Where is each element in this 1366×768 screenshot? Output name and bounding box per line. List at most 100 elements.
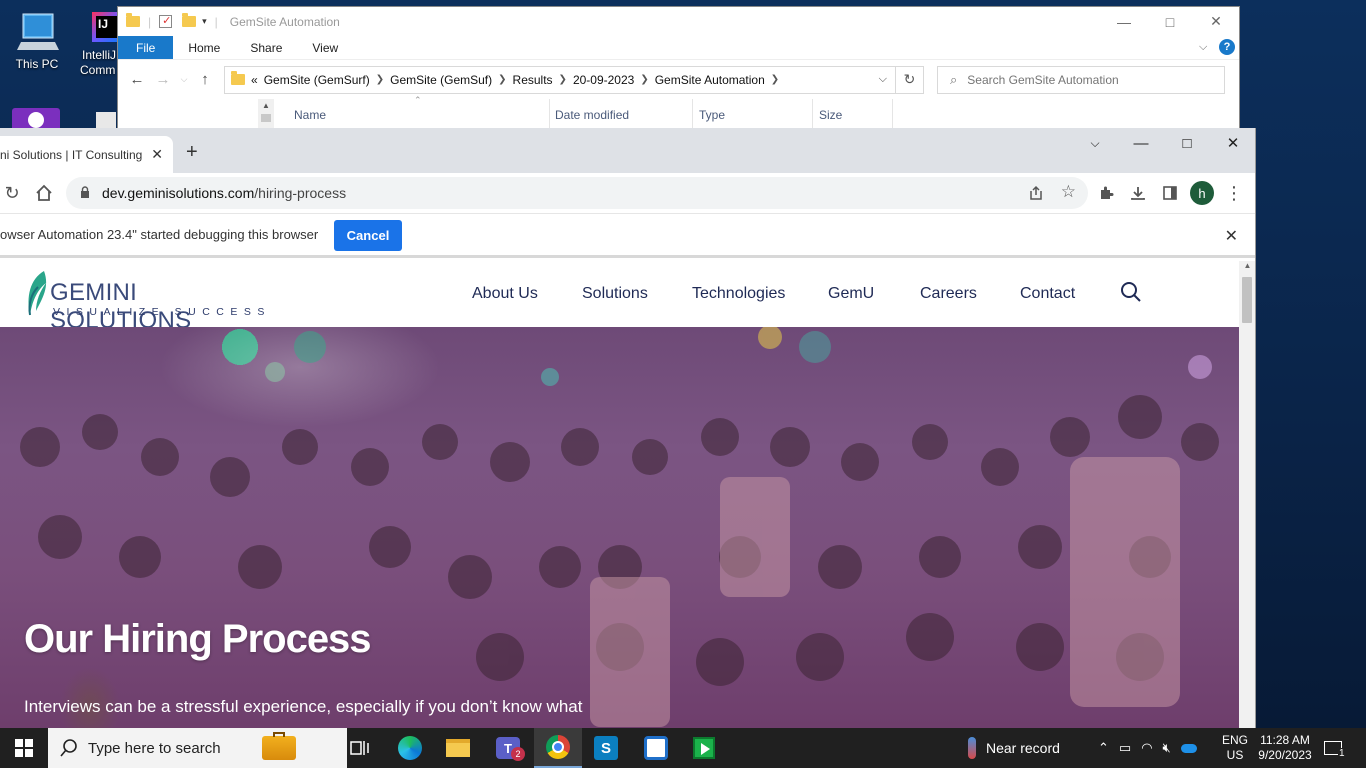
- chevron-right-icon[interactable]: ❯: [376, 74, 384, 85]
- show-hidden-icons-icon[interactable]: ⌃: [1098, 740, 1109, 756]
- refresh-icon[interactable]: ↻: [896, 65, 924, 94]
- scroll-up-icon[interactable]: ▲: [258, 101, 274, 110]
- minimize-icon[interactable]: —: [1118, 128, 1164, 158]
- page-scrollbar[interactable]: ▲: [1239, 261, 1255, 728]
- teams-icon[interactable]: T 2: [484, 728, 532, 768]
- battery-icon[interactable]: ▭: [1119, 740, 1131, 756]
- forward-icon[interactable]: →: [150, 71, 176, 88]
- recent-locations-icon[interactable]: ⌵: [176, 74, 192, 85]
- intellij-label-1: IntelliJ: [82, 48, 117, 62]
- close-icon[interactable]: ✕: [1193, 7, 1239, 36]
- ribbon-tab-file[interactable]: File: [118, 36, 174, 59]
- nav-pane-scrollbar[interactable]: ▲: [258, 99, 274, 130]
- expand-ribbon-icon[interactable]: ⌵: [1199, 36, 1219, 59]
- column-name-label: Name: [294, 108, 327, 122]
- chevron-right-icon[interactable]: ❯: [559, 74, 567, 85]
- ribbon-tab-home[interactable]: Home: [173, 36, 235, 59]
- start-button[interactable]: [0, 728, 48, 768]
- explorer-search-box[interactable]: ⌕: [937, 65, 1225, 94]
- properties-icon[interactable]: ✓: [159, 15, 173, 28]
- bookmark-star-icon[interactable]: ☆: [1061, 182, 1076, 202]
- weather-widget[interactable]: Near record: [968, 728, 1060, 768]
- ribbon-tab-share[interactable]: Share: [235, 36, 297, 59]
- close-icon[interactable]: ✕: [1210, 128, 1255, 158]
- explorer-search-input[interactable]: [967, 72, 1198, 87]
- breadcrumb-item[interactable]: GemSite (GemSurf): [258, 73, 376, 87]
- file-list-header: ▲ Name ⌃ Date modified Type Size: [118, 95, 1239, 130]
- column-name[interactable]: Name ⌃: [288, 95, 550, 130]
- tab-close-icon[interactable]: ✕: [151, 146, 163, 163]
- minimize-icon[interactable]: —: [1101, 7, 1147, 36]
- download-icon[interactable]: [1126, 181, 1150, 205]
- address-dropdown-icon[interactable]: ⌵: [879, 73, 887, 86]
- address-bar[interactable]: dev.geminisolutions.com/hiring-process ☆: [66, 177, 1088, 209]
- column-date-modified[interactable]: Date modified: [549, 99, 693, 130]
- language-indicator[interactable]: ENG US: [1222, 728, 1248, 768]
- taskbar-search[interactable]: Type here to search: [48, 728, 347, 768]
- chevron-right-icon[interactable]: ❯: [771, 74, 779, 85]
- column-type[interactable]: Type: [693, 99, 813, 130]
- nav-contact[interactable]: Contact: [1020, 285, 1075, 303]
- profile-avatar[interactable]: h: [1190, 181, 1214, 205]
- nav-solutions[interactable]: Solutions: [582, 285, 648, 303]
- address-bar[interactable]: « GemSite (GemSurf) ❯ GemSite (GemSuf) ❯…: [224, 65, 896, 94]
- intellij-shortcut[interactable]: IJ IntelliJ Comm: [80, 10, 120, 78]
- file-explorer-icon[interactable]: [434, 728, 482, 768]
- nav-about-us[interactable]: About Us: [472, 285, 538, 303]
- close-icon[interactable]: ✕: [1225, 226, 1238, 246]
- home-icon[interactable]: [32, 181, 56, 205]
- column-size[interactable]: Size: [813, 99, 893, 130]
- new-folder-icon[interactable]: [182, 13, 197, 27]
- extensions-icon[interactable]: [1094, 181, 1118, 205]
- onedrive-icon[interactable]: [1180, 743, 1197, 753]
- customize-toolbar-icon[interactable]: ▾: [202, 16, 207, 27]
- share-icon[interactable]: [1028, 185, 1044, 204]
- lock-icon[interactable]: [80, 185, 90, 201]
- snagit-icon[interactable]: S: [582, 728, 630, 768]
- maximize-icon[interactable]: □: [1164, 128, 1210, 158]
- search-icon[interactable]: [1120, 281, 1142, 306]
- folder-icon[interactable]: [126, 13, 140, 27]
- reload-icon[interactable]: ↻: [0, 181, 24, 205]
- chevron-right-icon[interactable]: ❯: [498, 74, 506, 85]
- nav-technologies[interactable]: Technologies: [692, 285, 785, 303]
- app-grid-icon[interactable]: [632, 728, 680, 768]
- chrome-icon[interactable]: [534, 728, 582, 768]
- url-text[interactable]: dev.geminisolutions.com/hiring-process: [102, 185, 346, 201]
- scroll-up-icon[interactable]: ▲: [1239, 261, 1255, 270]
- nav-careers[interactable]: Careers: [920, 285, 977, 303]
- nav-gemu[interactable]: GemU: [828, 285, 874, 303]
- breadcrumb-item[interactable]: 20-09-2023: [567, 73, 640, 87]
- media-player-icon[interactable]: [680, 728, 728, 768]
- breadcrumb-item[interactable]: GemSite Automation: [649, 73, 771, 87]
- gemini-logo[interactable]: GEMINI SOLUTIONS VISUALIZE SUCCESS: [24, 269, 284, 334]
- breadcrumb-item[interactable]: Results: [507, 73, 559, 87]
- this-pc-shortcut[interactable]: This PC: [0, 10, 74, 72]
- wifi-icon[interactable]: ◠: [1141, 740, 1152, 756]
- ribbon-tab-view[interactable]: View: [297, 36, 353, 59]
- briefcase-icon: [262, 732, 296, 760]
- app-shortcut-icon[interactable]: [12, 108, 60, 128]
- clock-time: 11:28 AM: [1260, 733, 1310, 747]
- explorer-address-row: ← → ⌵ ↑ « GemSite (GemSurf) ❯ GemSite (G…: [118, 59, 1239, 99]
- side-panel-icon[interactable]: [1158, 181, 1182, 205]
- scrollbar-thumb[interactable]: [1242, 277, 1252, 323]
- document-shortcut-icon[interactable]: [96, 112, 116, 128]
- cancel-button[interactable]: Cancel: [334, 220, 402, 251]
- help-icon[interactable]: ?: [1219, 39, 1235, 55]
- clock[interactable]: 11:28 AM 9/20/2023: [1255, 728, 1315, 768]
- task-view-icon[interactable]: [336, 728, 384, 768]
- notifications-icon[interactable]: 1: [1324, 728, 1346, 768]
- more-menu-icon[interactable]: ⋮: [1222, 181, 1246, 205]
- breadcrumb-overflow[interactable]: «: [251, 73, 258, 87]
- back-icon[interactable]: ←: [124, 71, 150, 88]
- new-tab-icon[interactable]: +: [186, 142, 198, 162]
- edge-icon[interactable]: [386, 728, 434, 768]
- breadcrumb-item[interactable]: GemSite (GemSuf): [384, 73, 498, 87]
- maximize-icon[interactable]: □: [1147, 7, 1193, 36]
- chevron-right-icon[interactable]: ❯: [640, 74, 648, 85]
- volume-muted-icon[interactable]: 🔇︎: [1163, 740, 1171, 756]
- up-icon[interactable]: ↑: [192, 71, 218, 88]
- tab-search-icon[interactable]: ⌵: [1072, 128, 1118, 158]
- tab-active[interactable]: ni Solutions | IT Consulting ✕: [0, 136, 173, 173]
